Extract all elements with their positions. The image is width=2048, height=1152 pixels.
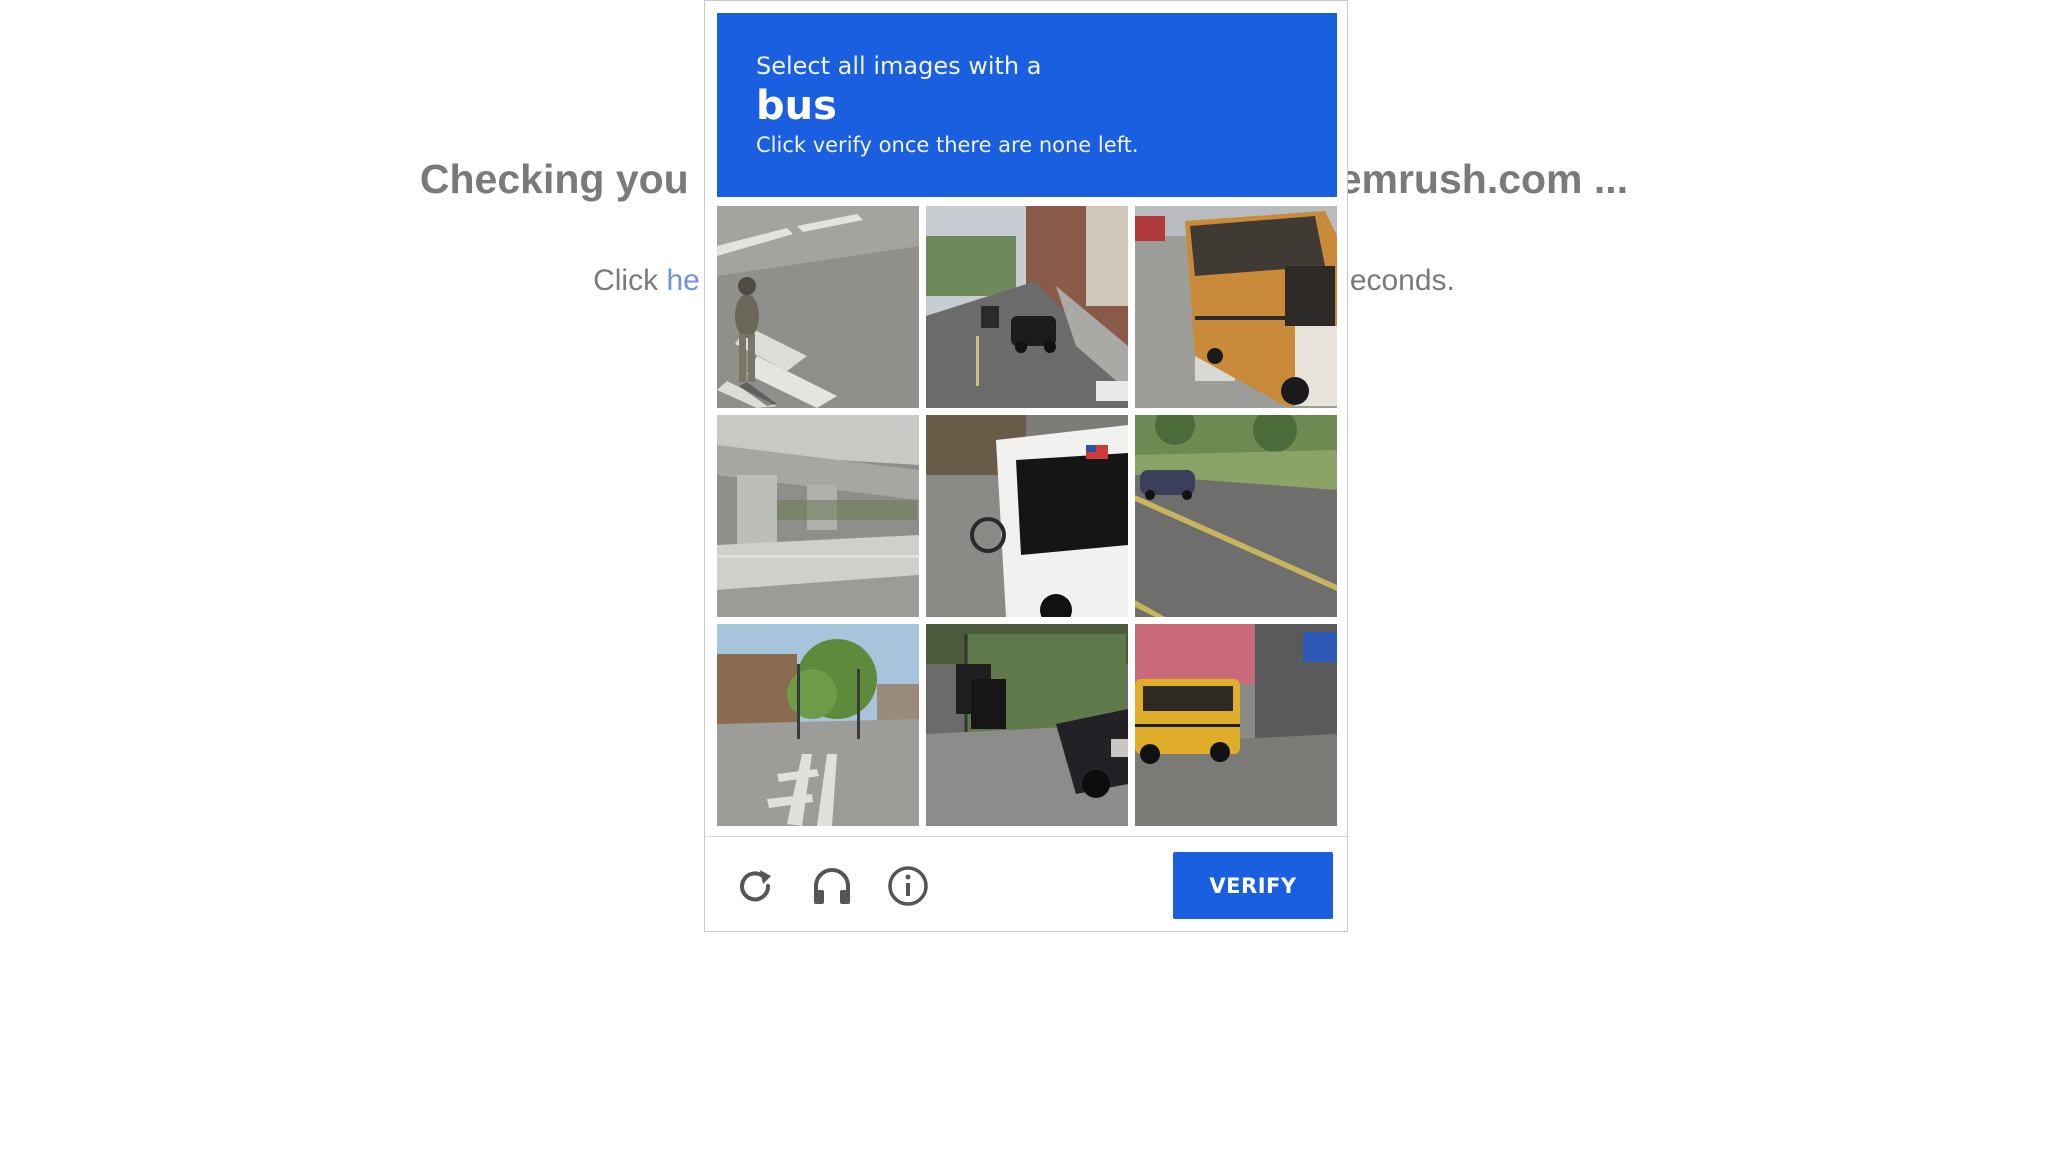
- reload-icon[interactable]: [733, 864, 777, 908]
- heading-left: Checking you: [419, 156, 689, 202]
- tile-image: [717, 206, 919, 408]
- verify-button[interactable]: VERIFY: [1173, 852, 1333, 919]
- heading-right: emrush.com ...: [1338, 156, 1629, 202]
- captcha-header: Select all images with a bus Click verif…: [717, 13, 1337, 197]
- image-tile-4[interactable]: [717, 415, 919, 617]
- tile-image: [926, 206, 1128, 408]
- image-tile-9[interactable]: [1135, 624, 1337, 826]
- headphones-icon[interactable]: [810, 864, 854, 908]
- subtext-link[interactable]: he: [666, 264, 699, 297]
- hint-text: Click verify once there are none left.: [756, 133, 1139, 157]
- subtext-suffix: econds.: [1349, 264, 1455, 297]
- image-tile-7[interactable]: [717, 624, 919, 826]
- tile-image: [926, 624, 1128, 826]
- image-tile-1[interactable]: [717, 206, 919, 408]
- image-tile-2[interactable]: [926, 206, 1128, 408]
- tile-image: [1135, 415, 1337, 617]
- image-tile-5[interactable]: [926, 415, 1128, 617]
- tile-image: [717, 624, 919, 826]
- tile-image: [1135, 206, 1337, 408]
- instruction-text: Select all images with a: [756, 52, 1042, 80]
- page: Checking you emrush.com ... Click he econd…: [0, 0, 2048, 1152]
- tile-image: [1135, 624, 1337, 826]
- tile-image: [926, 415, 1128, 617]
- image-grid: [717, 206, 1337, 826]
- captcha-footer: VERIFY: [705, 836, 1347, 932]
- image-tile-6[interactable]: [1135, 415, 1337, 617]
- info-icon[interactable]: [886, 864, 930, 908]
- image-tile-3[interactable]: [1135, 206, 1337, 408]
- target-object: bus: [756, 83, 837, 129]
- subtext-prefix: Click: [593, 264, 667, 297]
- tile-image: [717, 415, 919, 617]
- image-tile-8[interactable]: [926, 624, 1128, 826]
- captcha-dialog: Select all images with a bus Click verif…: [704, 0, 1348, 932]
